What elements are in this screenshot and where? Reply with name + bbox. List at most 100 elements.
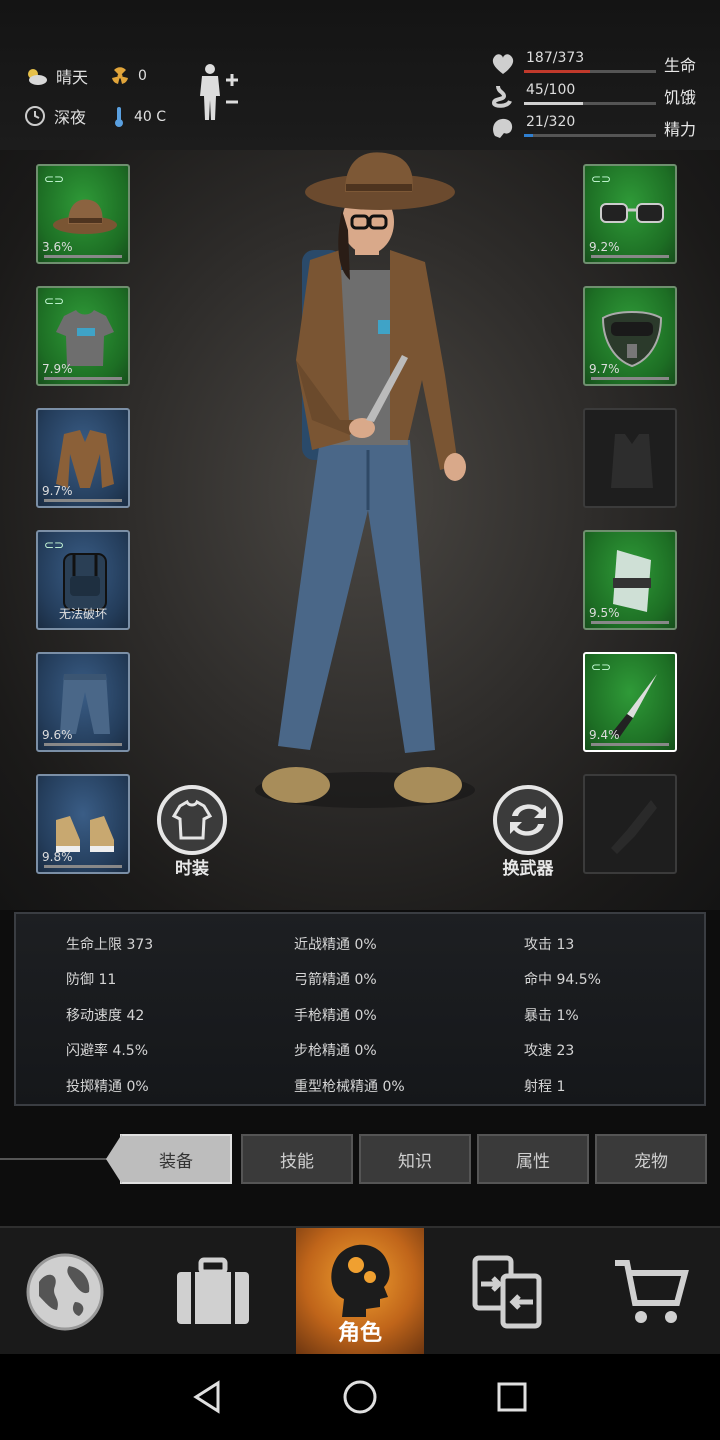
stat-r2-c2: 暴击 1%: [524, 1008, 579, 1024]
stat-r0-c1: 近战精通 0%: [294, 937, 377, 953]
hunger-label: 饥饿: [664, 88, 697, 107]
equip-slot-sneakers[interactable]: 9.8%: [36, 774, 130, 874]
tab-divider-line: [0, 1158, 120, 1160]
character-figure: [255, 152, 475, 808]
vest-icon: [611, 434, 653, 488]
durability-percent: 7.9%: [42, 362, 73, 376]
stat-r2-c0: 移动速度 42: [66, 1008, 145, 1024]
clock-icon: [25, 106, 45, 126]
nav-map-button[interactable]: [10, 1228, 120, 1356]
durability-percent: 9.2%: [589, 240, 620, 254]
equip-slot-hat[interactable]: ⊂⊃ 3.6%: [36, 164, 130, 264]
link-icon: ⊂⊃: [44, 172, 65, 186]
link-icon: ⊂⊃: [591, 660, 612, 674]
durability-bar: [44, 743, 122, 746]
equip-slot-glasses[interactable]: ⊂⊃ 9.2%: [583, 164, 677, 264]
weather-sun-cloud-icon: [28, 69, 47, 85]
indestructible-note: 无法破坏: [58, 607, 107, 621]
shopping-cart-icon: [615, 1260, 689, 1323]
durability-bar: [44, 865, 122, 868]
swap-weapon-label: 换武器: [502, 859, 554, 879]
back-triangle-icon[interactable]: [190, 1380, 224, 1414]
durability-percent: 9.4%: [589, 728, 620, 742]
offhand-icon: [611, 800, 657, 854]
equip-slot-shirt[interactable]: ⊂⊃ 7.9%: [36, 286, 130, 386]
system-nav-bar: [0, 1354, 720, 1440]
equip-slot-face-mask[interactable]: 9.7%: [583, 286, 677, 386]
stats-panel: 生命上限 373 近战精通 0% 攻击 13 防御 11 弓箭精通 0% 命中 94.5%…: [14, 912, 706, 1106]
nav-character-button[interactable]: 角色: [296, 1228, 424, 1356]
tab-3[interactable]: 属性: [477, 1134, 589, 1184]
stat-r3-c1: 步枪精通 0%: [294, 1043, 377, 1059]
brain-icon: [493, 118, 513, 138]
swap-arrows-icon: [493, 785, 563, 855]
equip-slot-knife[interactable]: ⊂⊃ 9.4%: [583, 652, 677, 752]
character-scene: ⊂⊃ 3.6% ⊂⊃ 7.9% 9.7% ⊂⊃ 无法破坏 9.6% 9.8% ⊂⊃ 9.2% 9.7…: [0, 150, 720, 910]
trade-arrows-icon: [472, 1255, 542, 1329]
body-status-button[interactable]: [194, 62, 244, 124]
weather-info: 晴天: [24, 64, 88, 88]
equip-slot-offhand[interactable]: [583, 774, 677, 874]
suitcase-icon: [177, 1257, 249, 1324]
recents-square-icon[interactable]: [496, 1381, 528, 1413]
stat-r4-c0: 投掷精通 0%: [66, 1079, 149, 1095]
nav-shop-button[interactable]: [596, 1228, 706, 1356]
stat-r1-c1: 弓箭精通 0%: [294, 972, 377, 988]
hunger-bar-fill: [524, 102, 584, 105]
equip-slot-jacket[interactable]: 9.7%: [36, 408, 130, 508]
durability-percent: 3.6%: [42, 240, 73, 254]
vital-hunger: 45/100 饥饿: [490, 82, 696, 110]
link-icon: ⊂⊃: [44, 538, 65, 552]
vital-stamina: 21/320 精力: [490, 114, 696, 142]
vitals-panel: 187/373 生命 45/100 饥饿 21/320 精力: [490, 50, 696, 142]
head-gears-icon: [331, 1244, 390, 1317]
equip-slot-vest[interactable]: [583, 408, 677, 508]
temperature-info: 40 C: [112, 106, 166, 128]
durability-percent: 9.8%: [42, 850, 73, 864]
stat-r2-c1: 手枪精通 0%: [294, 1008, 377, 1024]
durability-percent: 9.6%: [42, 728, 73, 742]
fashion-button[interactable]: 时装: [156, 784, 228, 879]
durability-percent: 9.7%: [42, 484, 73, 498]
stomach-icon: [491, 85, 512, 108]
thermometer-icon: [115, 107, 123, 127]
active-tab-arrow: [106, 1134, 122, 1184]
equip-slot-backpack[interactable]: ⊂⊃ 无法破坏: [36, 530, 130, 630]
equip-slot-jeans[interactable]: 9.6%: [36, 652, 130, 752]
durability-bar: [591, 255, 669, 258]
durability-bar: [44, 255, 122, 258]
stat-r3-c0: 闪避率 4.5%: [66, 1043, 149, 1059]
time-of-day-text: 深夜: [54, 108, 87, 127]
link-icon: ⊂⊃: [591, 172, 612, 186]
stat-r0-c2: 攻击 13: [524, 937, 575, 953]
temperature-value: 40 C: [134, 109, 167, 125]
nav-inventory-button[interactable]: [158, 1228, 268, 1356]
time-info: 深夜: [24, 104, 86, 128]
tab-2[interactable]: 知识: [359, 1134, 471, 1184]
hunger-value: 45/100: [526, 82, 576, 98]
tab-0[interactable]: 装备: [120, 1134, 232, 1184]
radiation-info: 0: [110, 66, 147, 86]
durability-percent: 9.7%: [589, 362, 620, 376]
body-figure-icon: [200, 64, 238, 120]
stat-r0-c0: 生命上限 373: [66, 937, 154, 953]
stat-r4-c1: 重型枪械精通 0%: [294, 1079, 405, 1095]
globe-icon: [26, 1253, 104, 1331]
vital-health: 187/373 生命: [490, 50, 696, 78]
radiation-value: 0: [138, 68, 147, 84]
home-circle-icon[interactable]: [342, 1379, 378, 1415]
link-icon: ⊂⊃: [44, 294, 65, 308]
health-value: 187/373: [526, 50, 585, 66]
stat-r4-c2: 射程 1: [524, 1079, 566, 1095]
swap-weapon-button[interactable]: 换武器: [492, 784, 564, 879]
durability-bar: [44, 499, 122, 502]
weather-text: 晴天: [56, 68, 89, 87]
tab-1[interactable]: 技能: [241, 1134, 353, 1184]
tab-bar: 装备 技能 知识 属性 宠物: [0, 1130, 720, 1190]
equip-slot-arm-wrap[interactable]: 9.5%: [583, 530, 677, 630]
durability-bar: [591, 377, 669, 380]
tab-4[interactable]: 宠物: [595, 1134, 707, 1184]
nav-trade-button[interactable]: [452, 1228, 562, 1356]
stat-r1-c0: 防御 11: [66, 972, 117, 988]
shirt-icon: [157, 785, 227, 855]
